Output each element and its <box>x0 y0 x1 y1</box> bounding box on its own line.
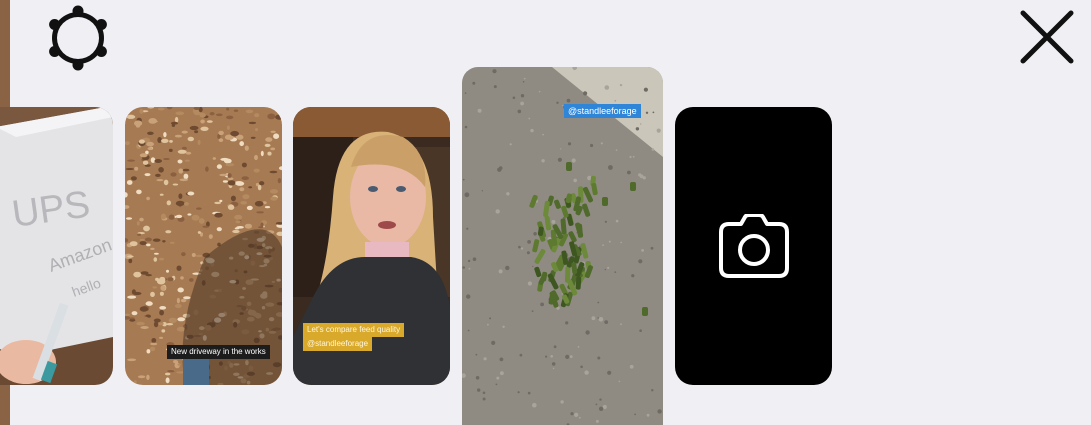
mention-sticker: @standleeforage <box>564 104 641 118</box>
close-icon <box>1020 10 1074 64</box>
story-thumbnail-selfie[interactable]: Let's compare feed quality @standleefora… <box>293 107 450 385</box>
close-button[interactable] <box>1014 4 1080 70</box>
story-caption: New driveway in the works <box>167 345 270 359</box>
story-caption-line1: Let's compare feed quality <box>303 323 405 337</box>
story-thumbnail-pellets[interactable]: @standleeforage <box>462 67 663 425</box>
gravel-photo <box>125 107 282 385</box>
story-thumbnail-ups-box[interactable]: UPS Amazon hello <box>0 107 113 385</box>
gear-icon <box>49 5 107 71</box>
pellets-photo <box>462 67 663 425</box>
add-story-camera-tile[interactable] <box>675 107 832 385</box>
ups-box-photo: UPS Amazon hello <box>0 107 113 385</box>
story-caption-line2: @standleeforage <box>303 337 373 351</box>
story-archive-screen: UPS Amazon hello New driveway in the wor… <box>0 0 1091 425</box>
settings-button[interactable] <box>44 4 112 72</box>
story-thumbnail-gravel-driveway[interactable]: New driveway in the works <box>125 107 282 385</box>
camera-icon <box>718 214 789 278</box>
